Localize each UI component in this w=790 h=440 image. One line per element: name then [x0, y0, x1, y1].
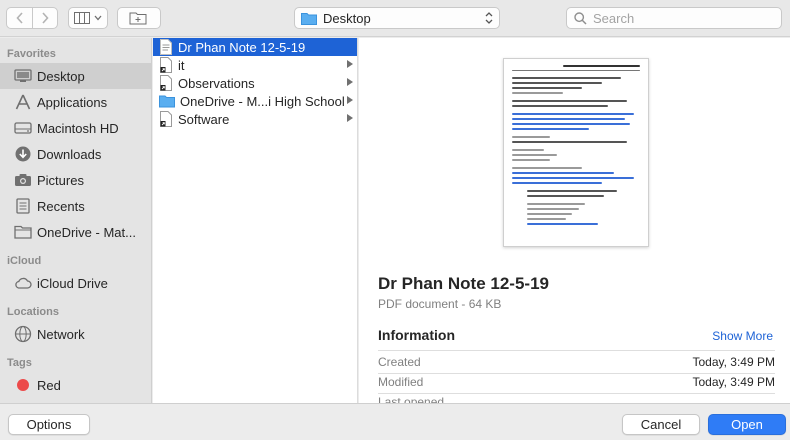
- info-key: Created: [378, 355, 421, 369]
- preview-pane: Dr Phan Note 12-5-19 PDF document - 64 K…: [359, 38, 790, 403]
- sidebar-item-label: Downloads: [37, 146, 102, 162]
- network-icon: [14, 325, 32, 343]
- folder-icon: [301, 12, 317, 25]
- chevron-left-icon: [15, 12, 23, 24]
- search-field[interactable]: [566, 7, 782, 29]
- search-icon: [574, 11, 587, 25]
- sidebar-item-downloads[interactable]: Downloads: [0, 141, 151, 167]
- location-label: Desktop: [323, 10, 371, 26]
- file-row[interactable]: it: [153, 56, 357, 74]
- sidebar-item-label: Recents: [37, 198, 85, 214]
- new-folder-icon: [129, 12, 147, 25]
- file-name: it: [178, 57, 185, 73]
- file-name: OneDrive - M...i High School: [180, 93, 345, 109]
- sidebar-item-label: Desktop: [37, 68, 85, 84]
- options-button[interactable]: Options: [8, 414, 90, 435]
- file-row[interactable]: Dr Phan Note 12-5-19: [153, 38, 357, 56]
- sidebar-section-locations: Locations: [7, 306, 59, 318]
- sidebar: Favorites Desktop Applications Macintosh…: [0, 38, 152, 403]
- bottom-bar: Options Cancel Open: [0, 403, 790, 440]
- applications-icon: [14, 93, 32, 111]
- file-name: Software: [178, 111, 230, 127]
- location-popup[interactable]: Desktop: [294, 7, 500, 29]
- sidebar-item-label: Red: [37, 377, 61, 393]
- sidebar-item-label: Applications: [37, 94, 108, 110]
- chevron-down-icon: [94, 15, 102, 21]
- red-tag-icon: [14, 376, 32, 394]
- file-row[interactable]: Software: [153, 110, 357, 128]
- sidebar-item-pictures[interactable]: Pictures: [0, 167, 151, 193]
- open-button[interactable]: Open: [708, 414, 786, 435]
- column-view-icon: [74, 12, 90, 24]
- sidebar-item-network[interactable]: Network: [0, 321, 151, 347]
- sidebar-item-onedrive[interactable]: OneDrive - Mat...: [0, 219, 151, 245]
- disclosure-arrow-icon: [347, 96, 353, 104]
- file-column: Dr Phan Note 12-5-19 it Observations One…: [153, 38, 358, 403]
- alias-icon: [160, 111, 172, 127]
- sidebar-item-desktop[interactable]: Desktop: [0, 63, 151, 89]
- sidebar-item-applications[interactable]: Applications: [0, 89, 151, 115]
- info-row-created: Created Today, 3:49 PM: [378, 355, 775, 373]
- alias-icon: [160, 57, 172, 73]
- toolbar: Desktop: [0, 0, 790, 37]
- show-more-link[interactable]: Show More: [712, 329, 773, 343]
- preview-subtitle: PDF document - 64 KB: [378, 297, 502, 311]
- pictures-icon: [14, 171, 32, 189]
- divider: [378, 393, 775, 394]
- disclosure-arrow-icon: [347, 78, 353, 86]
- info-key: Last opened: [378, 395, 445, 403]
- file-name: Observations: [178, 75, 255, 91]
- forward-button[interactable]: [32, 7, 58, 29]
- disclosure-arrow-icon: [347, 60, 353, 68]
- sidebar-item-label: iCloud Drive: [37, 275, 108, 291]
- cancel-button[interactable]: Cancel: [622, 414, 700, 435]
- document-thumbnail: [503, 58, 649, 247]
- sidebar-item-label: Macintosh HD: [37, 120, 119, 136]
- new-folder-button[interactable]: [117, 7, 161, 29]
- alias-icon: [160, 75, 172, 91]
- information-heading: Information: [378, 327, 455, 343]
- back-button[interactable]: [6, 7, 32, 29]
- divider: [378, 373, 775, 374]
- sidebar-item-label: Network: [37, 326, 85, 342]
- file-name: Dr Phan Note 12-5-19: [178, 39, 306, 55]
- file-row[interactable]: Observations: [153, 74, 357, 92]
- sidebar-item-icloud-drive[interactable]: iCloud Drive: [0, 270, 151, 296]
- chevron-right-icon: [42, 12, 49, 24]
- downloads-icon: [14, 145, 32, 163]
- file-row[interactable]: OneDrive - M...i High School: [153, 92, 357, 110]
- folder-icon: [14, 223, 32, 241]
- pdf-file-icon: [160, 39, 172, 55]
- hard-drive-icon: [14, 119, 32, 137]
- sidebar-item-label: Pictures: [37, 172, 84, 188]
- info-row-modified: Modified Today, 3:49 PM: [378, 375, 775, 393]
- folder-icon: [159, 95, 175, 108]
- preview-title: Dr Phan Note 12-5-19: [378, 274, 549, 293]
- view-options-button[interactable]: [68, 7, 108, 29]
- sidebar-item-label: OneDrive - Mat...: [37, 224, 136, 240]
- info-value: Today, 3:49 PM: [692, 355, 776, 369]
- updown-chevron-icon: [485, 12, 493, 24]
- sidebar-item-macintosh-hd[interactable]: Macintosh HD: [0, 115, 151, 141]
- divider: [378, 350, 775, 351]
- disclosure-arrow-icon: [347, 114, 353, 122]
- cloud-icon: [14, 274, 32, 292]
- info-key: Modified: [378, 375, 424, 389]
- sidebar-item-tag-red[interactable]: Red: [0, 372, 151, 398]
- desktop-icon: [14, 67, 32, 85]
- info-row-last-opened: Last opened: [378, 395, 775, 403]
- search-input[interactable]: [593, 10, 773, 26]
- sidebar-section-tags: Tags: [7, 357, 32, 369]
- sidebar-item-recents[interactable]: Recents: [0, 193, 151, 219]
- sidebar-section-icloud: iCloud: [7, 255, 42, 267]
- info-value: Today, 3:49 PM: [692, 375, 776, 389]
- nav-buttons: [6, 7, 58, 29]
- sidebar-section-favorites: Favorites: [7, 48, 56, 60]
- recents-icon: [14, 197, 32, 215]
